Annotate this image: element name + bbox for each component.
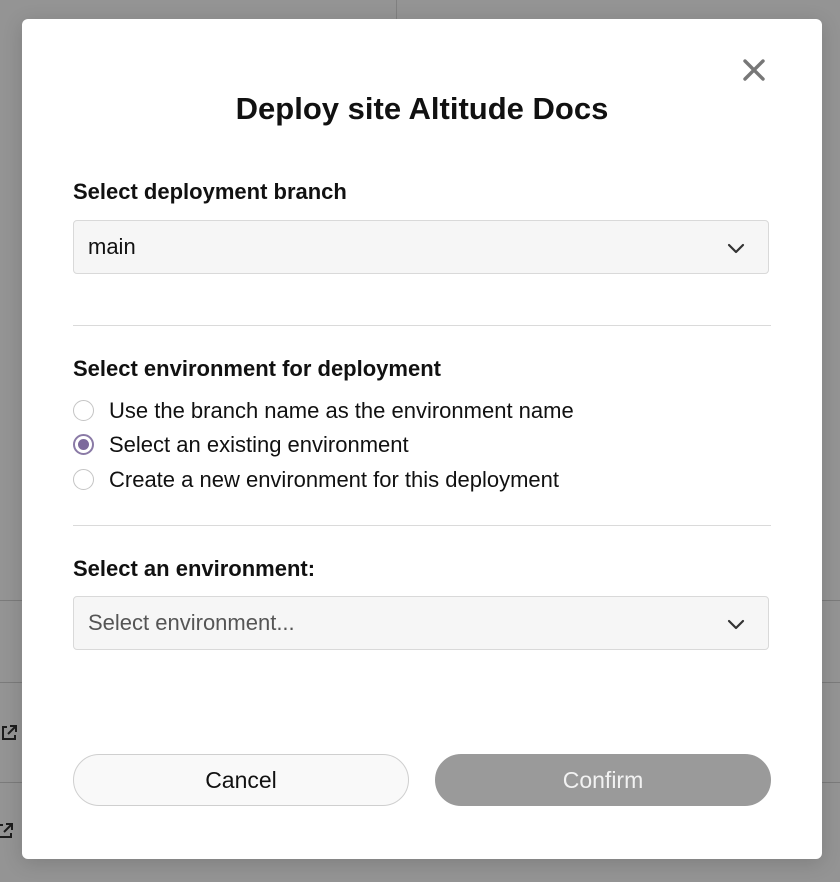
radio-label: Select an existing environment	[109, 432, 409, 457]
branch-select-value: main	[88, 234, 136, 259]
confirm-button[interactable]: Confirm	[435, 754, 771, 806]
chevron-down-icon	[727, 243, 745, 254]
radio-button-selected[interactable]	[73, 434, 94, 455]
radio-label: Create a new environment for this deploy…	[109, 467, 560, 492]
environment-select-placeholder: Select environment...	[88, 610, 295, 635]
close-icon[interactable]	[740, 56, 768, 84]
radio-label: Use the branch name as the environment n…	[109, 398, 574, 423]
deploy-dialog: Deploy site Altitude Docs Select deploym…	[22, 19, 822, 859]
environment-label: Select an environment:	[73, 556, 316, 581]
radio-button[interactable]	[73, 469, 94, 490]
chevron-down-icon	[727, 619, 745, 630]
branch-select[interactable]: main	[73, 220, 769, 274]
environment-mode-label: Select environment for deployment	[73, 356, 441, 381]
environment-select[interactable]: Select environment...	[73, 596, 769, 650]
section-divider	[73, 325, 771, 326]
dialog-title: Deploy site Altitude Docs	[235, 91, 609, 126]
cancel-button[interactable]: Cancel	[73, 754, 409, 806]
radio-button[interactable]	[73, 400, 94, 421]
branch-label: Select deployment branch	[73, 179, 347, 204]
section-divider	[73, 525, 771, 526]
